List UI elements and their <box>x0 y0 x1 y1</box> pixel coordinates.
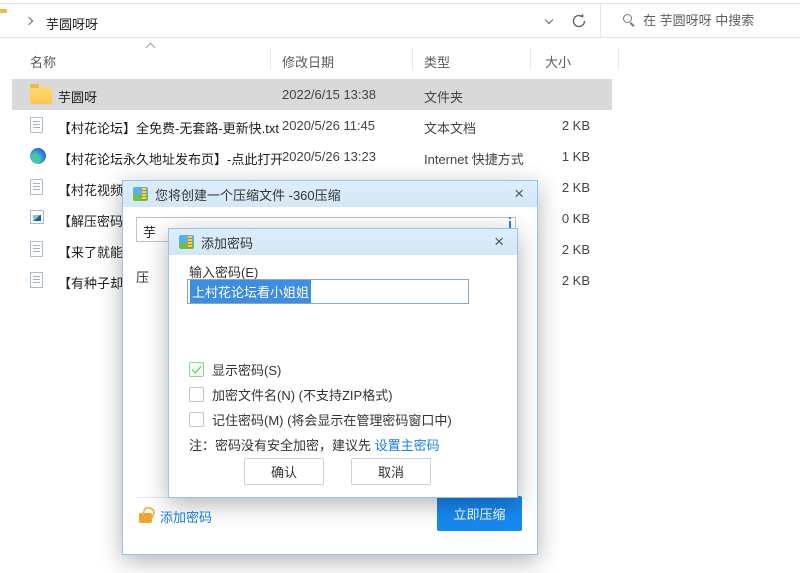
close-icon[interactable]: × <box>491 234 507 250</box>
file-date: 2020/5/26 11:45 <box>282 118 417 133</box>
folder-icon <box>30 87 52 104</box>
lock-icon <box>139 513 152 523</box>
cancel-button[interactable]: 取消 <box>351 458 431 485</box>
file-name: 芋圆呀 <box>58 87 282 106</box>
column-header-name[interactable]: 名称 <box>30 52 56 71</box>
column-divider <box>412 48 413 70</box>
image-file-icon <box>30 210 44 224</box>
checkbox-label: 记住密码(M) (将会显示在管理密码窗口中) <box>212 410 452 429</box>
column-header-size[interactable]: 大小 <box>545 52 571 71</box>
search-icon <box>623 14 632 23</box>
encrypt-filename-checkbox[interactable]: 加密文件名(N) (不支持ZIP格式) <box>189 385 393 404</box>
compress-dialog-titlebar[interactable]: 您将创建一个压缩文件 -360压缩 × <box>123 181 537 207</box>
file-name: 【村花论坛】全免费-无套路-更新快.txt <box>58 118 282 137</box>
column-divider <box>270 48 271 70</box>
password-dialog-title: 添加密码 <box>201 233 253 252</box>
checkbox-label: 显示密码(S) <box>212 360 281 379</box>
security-note-text: 注：密码没有安全加密，建议先 <box>189 438 375 453</box>
password-dialog-titlebar[interactable]: 添加密码 × <box>169 229 517 255</box>
confirm-button[interactable]: 确认 <box>244 458 324 485</box>
file-type: 文件夹 <box>424 87 554 106</box>
password-input[interactable]: 上村花论坛看小姐姐 <box>187 279 469 304</box>
password-dialog: 添加密码 × 输入密码(E) 上村花论坛看小姐姐 显示密码(S) 加密文件名(N… <box>168 228 518 498</box>
column-header-type[interactable]: 类型 <box>424 52 450 71</box>
chevron-down-icon <box>545 16 553 24</box>
text-file-icon <box>30 241 43 257</box>
refresh-icon <box>570 12 588 30</box>
file-size: 2 KB <box>472 118 590 133</box>
text-file-icon <box>30 272 43 288</box>
remember-password-checkbox[interactable]: 记住密码(M) (将会显示在管理密码窗口中) <box>189 410 452 429</box>
file-size: 1 KB <box>472 149 590 164</box>
close-icon[interactable]: × <box>511 186 527 202</box>
address-bar: 芋圆呀呀 <box>0 3 800 38</box>
file-date: 2022/6/15 13:38 <box>282 87 417 102</box>
column-divider <box>530 48 531 70</box>
add-password-link[interactable]: 添加密码 <box>139 503 212 526</box>
text-file-icon <box>30 117 43 133</box>
checkbox-unchecked-icon <box>189 387 204 402</box>
column-header-date[interactable]: 修改日期 <box>282 52 334 71</box>
security-note: 注：密码没有安全加密，建议先 设置主密码 <box>189 435 440 454</box>
show-password-checkbox[interactable]: 显示密码(S) <box>189 360 281 379</box>
table-row[interactable]: 【村花论坛】全免费-无套路-更新快.txt 2020/5/26 11:45 文本… <box>12 110 612 141</box>
set-master-password-link[interactable]: 设置主密码 <box>375 438 440 453</box>
checkbox-label: 加密文件名(N) (不支持ZIP格式) <box>212 385 393 404</box>
search-zone <box>600 4 800 37</box>
file-name: 【村花论坛永久地址发布页】-点此打开 <box>58 149 282 168</box>
chevron-right-icon <box>25 17 33 25</box>
breadcrumb[interactable]: 芋圆呀呀 <box>46 14 98 33</box>
address-dropdown-button[interactable] <box>540 13 560 31</box>
table-row[interactable]: 芋圆呀 2022/6/15 13:38 文件夹 <box>12 79 612 110</box>
table-row[interactable]: 【村花论坛永久地址发布页】-点此打开 2020/5/26 13:23 Inter… <box>12 141 612 172</box>
add-password-label: 添加密码 <box>160 503 212 526</box>
360zip-icon <box>133 187 148 201</box>
360zip-icon <box>179 235 194 249</box>
checkbox-unchecked-icon <box>189 412 204 427</box>
sort-ascending-icon <box>146 43 156 53</box>
column-header-row: 名称 修改日期 类型 大小 <box>0 45 620 75</box>
password-selected-text: 上村花论坛看小姐姐 <box>190 280 311 303</box>
compress-now-button[interactable]: 立即压缩 <box>437 496 522 531</box>
refresh-button[interactable] <box>570 12 590 32</box>
compress-dialog-title: 您将创建一个压缩文件 -360压缩 <box>155 185 341 204</box>
file-date: 2020/5/26 13:23 <box>282 149 417 164</box>
column-divider <box>618 48 619 70</box>
search-input[interactable] <box>643 8 793 32</box>
compress-option-label: 压 <box>136 267 149 286</box>
explorer-window: 芋圆呀呀 名称 修改日期 类型 大小 芋圆呀 2022/6/15 13:38 <box>0 0 800 573</box>
checkbox-checked-icon <box>189 362 204 377</box>
edge-icon <box>30 148 46 164</box>
text-file-icon <box>30 179 43 195</box>
